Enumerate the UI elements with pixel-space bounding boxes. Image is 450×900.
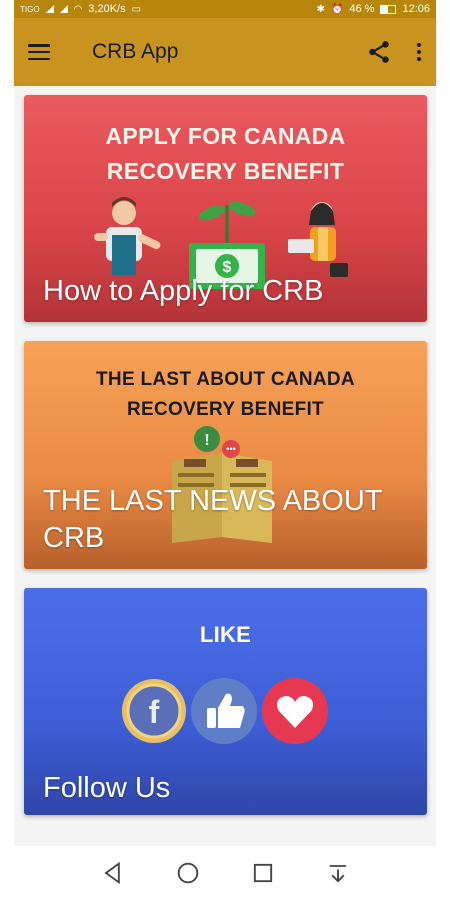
heart-icon <box>262 678 328 744</box>
card-caption-line2: CRB <box>43 522 105 554</box>
recents-icon[interactable] <box>249 859 277 887</box>
signal-icon-2 <box>59 5 68 13</box>
app-title: CRB App <box>92 40 179 63</box>
signal-icon <box>45 5 54 13</box>
svg-text:•••: ••• <box>226 444 235 454</box>
apply-crb-card[interactable]: APPLY FOR CANADA RECOVERY BENEFIT $ How … <box>24 95 427 322</box>
home-icon[interactable] <box>174 859 202 887</box>
bluetooth-icon: ✱ <box>316 3 325 15</box>
facebook-icon: f <box>122 679 186 743</box>
system-nav-bar <box>0 846 450 900</box>
menu-icon[interactable] <box>28 44 50 60</box>
alert-bubble-icon: ! ••• <box>194 426 240 458</box>
screen-icon: ▭ <box>131 3 142 15</box>
card-caption: How to Apply for CRB <box>43 275 324 307</box>
battery-icon <box>380 4 397 14</box>
worker-figure <box>94 197 161 275</box>
last-news-card[interactable]: THE LAST ABOUT CANADA RECOVERY BENEFIT !… <box>24 341 427 569</box>
card-caption-line1: THE LAST NEWS ABOUT <box>43 485 383 517</box>
card-caption: Follow Us <box>43 772 171 804</box>
notification-pull-icon[interactable] <box>324 859 352 887</box>
battery-percent: 46 % <box>349 3 375 15</box>
more-vert-icon[interactable] <box>416 43 422 61</box>
carrier-label: TIGO <box>20 4 40 14</box>
thumbs-up-icon <box>191 678 257 744</box>
officer-figure <box>288 202 348 277</box>
wifi-icon: ◠ <box>73 3 83 15</box>
app-bar: CRB App <box>14 18 436 86</box>
back-icon[interactable] <box>99 859 127 887</box>
svg-text:!: ! <box>204 432 209 449</box>
clock: 12:06 <box>402 3 430 15</box>
network-speed: 3,20K/s <box>88 3 126 15</box>
status-bar: TIGO ◠ 3,20K/s ▭ ✱ ⏰ 46 % 12:06 <box>14 0 436 18</box>
card-caption: THE LAST NEWS ABOUT CRB <box>43 483 382 557</box>
card-list: APPLY FOR CANADA RECOVERY BENEFIT $ How … <box>14 86 436 846</box>
share-icon[interactable] <box>366 39 392 65</box>
follow-us-card[interactable]: LIKE f Follow Us <box>24 588 427 815</box>
svg-text:f: f <box>149 694 160 730</box>
alarm-icon: ⏰ <box>330 3 344 15</box>
